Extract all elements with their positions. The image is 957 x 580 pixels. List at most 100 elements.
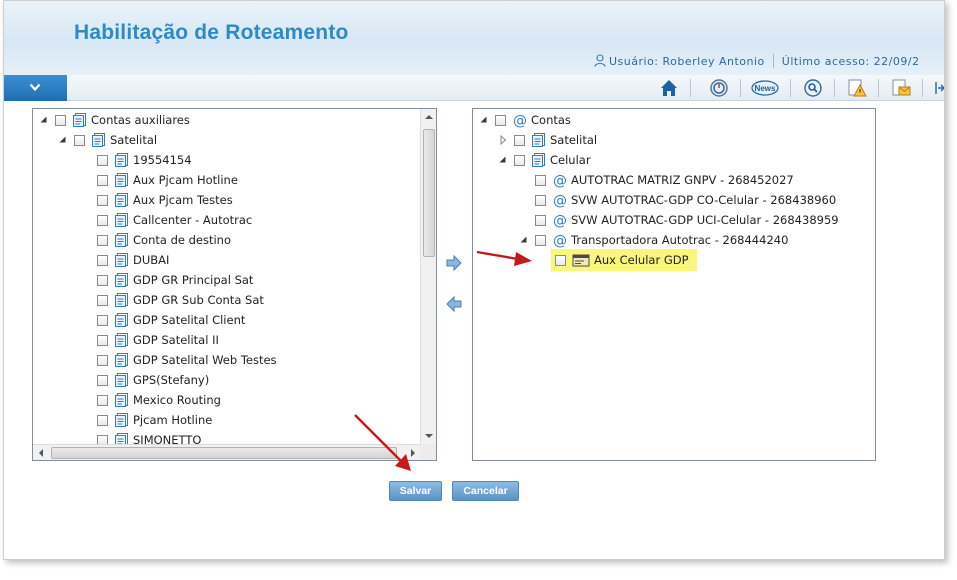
expanded-triangle-icon[interactable] [479, 111, 489, 129]
tree-checkbox[interactable] [97, 275, 108, 286]
tree-node-label: DUBAI [133, 253, 170, 267]
expanded-triangle-icon[interactable] [39, 111, 49, 129]
tree-node-item[interactable]: GPS(Stefany) [33, 371, 436, 389]
toolbar-divider [740, 79, 741, 97]
annotation-arrow-icon [354, 414, 411, 471]
tree-checkbox[interactable] [514, 135, 525, 146]
tree-node-account[interactable]: @ AUTOTRAC MATRIZ GNPV - 268452027 [473, 171, 875, 189]
tree-node-celular[interactable]: Celular [473, 151, 875, 169]
collapsed-triangle-icon[interactable] [498, 131, 508, 149]
tree-node-contas[interactable]: @ Contas [473, 111, 875, 129]
at-sign-icon: @ [552, 212, 568, 229]
tree-checkbox[interactable] [535, 175, 546, 186]
tree-checkbox[interactable] [555, 255, 566, 266]
account-list-icon [114, 212, 130, 228]
svg-text:@: @ [553, 193, 567, 208]
move-right-button[interactable] [445, 254, 463, 272]
tree-checkbox[interactable] [97, 235, 108, 246]
header: Habilitação de Roteamento Usuário: Rober… [4, 1, 944, 75]
tree-node-label: GDP GR Principal Sat [133, 273, 254, 287]
toolbar: News [4, 75, 944, 101]
tree-node-label: Aux Pjcam Hotline [133, 173, 238, 187]
tree-checkbox[interactable] [97, 315, 108, 326]
scroll-down-icon[interactable] [425, 433, 433, 439]
tree-checkbox[interactable] [97, 375, 108, 386]
tree-checkbox[interactable] [97, 335, 108, 346]
search-icon[interactable] [800, 77, 826, 99]
account-list-icon [114, 192, 130, 208]
tree-checkbox[interactable] [535, 235, 546, 246]
scroll-left-icon[interactable] [38, 449, 44, 457]
timer-icon[interactable] [706, 77, 732, 99]
tree-node-label: Celular [550, 153, 591, 167]
move-left-button[interactable] [445, 295, 463, 313]
tree-node-item[interactable]: Aux Pjcam Hotline [33, 171, 436, 189]
tree-checkbox[interactable] [495, 115, 506, 126]
tree-node-item[interactable]: DUBAI [33, 251, 436, 269]
account-list-icon [114, 252, 130, 268]
annotation-arrow-icon [476, 250, 532, 266]
toolbar-divider [790, 79, 791, 97]
tree-node-item[interactable]: GDP Satelital Client [33, 311, 436, 329]
tree-checkbox[interactable] [97, 195, 108, 206]
tree-node-item[interactable]: GDP GR Sub Conta Sat [33, 291, 436, 309]
scroll-up-icon[interactable] [425, 114, 433, 120]
tree-node-item[interactable]: Mexico Routing [33, 391, 436, 409]
toolbar-divider [922, 79, 923, 97]
tree-node-label: GDP Satelital Web Testes [133, 353, 277, 367]
tree-checkbox[interactable] [97, 175, 108, 186]
at-sign-icon: @ [512, 112, 528, 129]
news-icon[interactable]: News [750, 77, 780, 99]
account-list-icon [114, 152, 130, 168]
left-tree-panel: Contas auxiliares Satelital 19554154 Aux Pj… [32, 108, 437, 461]
tree-node-account[interactable]: @ SVW AUTOTRAC-GDP CO-Celular - 268438960 [473, 191, 875, 209]
tree-node-label: Aux Pjcam Testes [133, 193, 233, 207]
tree-node-satelital[interactable]: Satelital [473, 131, 875, 149]
scroll-thumb[interactable] [423, 129, 435, 257]
account-list-icon [114, 392, 130, 408]
expanded-triangle-icon[interactable] [498, 151, 508, 169]
account-list-icon [72, 112, 88, 128]
toolbar-divider [690, 79, 691, 97]
expanded-triangle-icon[interactable] [58, 131, 68, 149]
tree-node-item[interactable]: GDP GR Principal Sat [33, 271, 436, 289]
account-list-icon [531, 152, 547, 168]
tree-node-item[interactable]: GDP Satelital II [33, 331, 436, 349]
account-list-icon [114, 232, 130, 248]
tree-node-account[interactable]: @ SVW AUTOTRAC-GDP UCI-Celular - 26843895… [473, 211, 875, 229]
tree-checkbox[interactable] [97, 155, 108, 166]
tree-node-satelital[interactable]: Satelital [33, 131, 436, 149]
tree-checkbox[interactable] [97, 255, 108, 266]
tree-checkbox[interactable] [97, 395, 108, 406]
exit-icon[interactable] [932, 77, 944, 99]
save-button[interactable]: Salvar [389, 481, 442, 501]
tree-checkbox[interactable] [97, 415, 108, 426]
tree-checkbox[interactable] [535, 195, 546, 206]
tree-node-label: Transportadora Autotrac - 268444240 [571, 233, 789, 247]
home-icon[interactable] [656, 77, 682, 99]
tree-checkbox[interactable] [74, 135, 85, 146]
card-icon [572, 252, 590, 268]
tree-node-contas-auxiliares[interactable]: Contas auxiliares [33, 111, 436, 129]
tree-node-item[interactable]: Conta de destino [33, 231, 436, 249]
tree-node-label: Conta de destino [133, 233, 231, 247]
account-list-icon [114, 272, 130, 288]
tree-checkbox[interactable] [514, 155, 525, 166]
tree-node-item[interactable]: GDP Satelital Web Testes [33, 351, 436, 369]
tree-checkbox[interactable] [97, 215, 108, 226]
tree-node-item[interactable]: Aux Pjcam Testes [33, 191, 436, 209]
tree-node-item[interactable]: Callcenter - Autotrac [33, 211, 436, 229]
tree-checkbox[interactable] [97, 355, 108, 366]
account-list-icon [114, 412, 130, 428]
tree-node-item[interactable]: 19554154 [33, 151, 436, 169]
tree-checkbox[interactable] [97, 295, 108, 306]
menu-dropdown-button[interactable] [4, 75, 67, 101]
vertical-scrollbar[interactable] [420, 109, 436, 446]
scroll-thumb-horizontal[interactable] [51, 447, 397, 459]
toolbar-divider [834, 79, 835, 97]
tree-checkbox[interactable] [55, 115, 66, 126]
tree-checkbox[interactable] [535, 215, 546, 226]
cancel-button[interactable]: Cancelar [452, 481, 519, 501]
warning-icon[interactable] [844, 77, 870, 99]
mail-icon[interactable] [888, 77, 914, 99]
